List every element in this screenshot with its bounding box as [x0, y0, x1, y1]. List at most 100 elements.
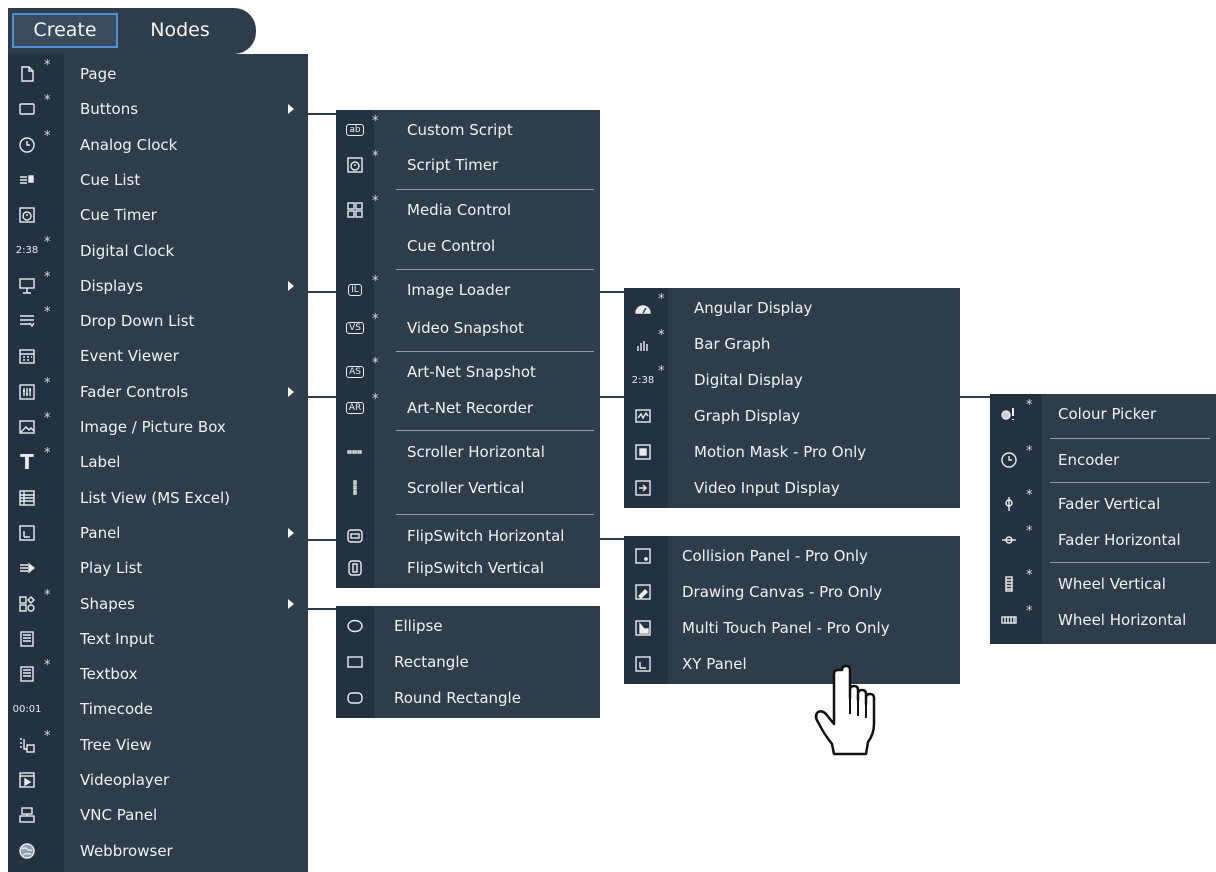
menu-item-ellipse[interactable]: Ellipse	[336, 608, 600, 644]
star-marker: *	[44, 375, 51, 391]
menu-item-fader-vertical[interactable]: * Fader Vertical	[990, 486, 1216, 522]
fader-icon	[14, 374, 40, 410]
menu-item-image-picture-box[interactable]: * Image / Picture Box	[8, 409, 308, 445]
hand-pointer-cursor	[814, 664, 876, 756]
menu-item-fader-controls[interactable]: * Fader Controls	[8, 374, 308, 410]
menu-item-label: Cue List	[80, 170, 141, 189]
menu-item-play-list[interactable]: Play List	[8, 550, 308, 586]
timecode-icon: 00:01	[12, 703, 42, 715]
menu-item-custom-script[interactable]: ab * Custom Script	[336, 112, 600, 148]
menu-item-event-viewer[interactable]: Event Viewer	[8, 338, 308, 374]
menu-item-wheel-vertical[interactable]: * Wheel Vertical	[990, 566, 1216, 602]
buttons-submenu: ab * Custom Script * Script Timer * Media Cont…	[336, 110, 600, 588]
menu-item-cue-control[interactable]: Cue Control	[336, 228, 600, 264]
menu-item-wheel-horizontal[interactable]: * Wheel Horizontal	[990, 602, 1216, 638]
menu-item-tree-view[interactable]: * Tree View	[8, 727, 308, 763]
menu-item-vnc-panel[interactable]: VNC Panel	[8, 797, 308, 833]
menu-item-shapes[interactable]: * Shapes	[8, 586, 308, 622]
menu-item-graph-display[interactable]: Graph Display	[624, 398, 960, 434]
shapes-icon	[14, 586, 40, 622]
connector-panel	[308, 539, 336, 541]
menu-item-multi-touch-panel-pro-only[interactable]: Multi Touch Panel - Pro Only	[624, 610, 960, 646]
xy-panel-icon	[630, 646, 656, 682]
menu-separator	[396, 430, 594, 431]
menu-item-rectangle[interactable]: Rectangle	[336, 644, 600, 680]
star-marker: *	[1026, 524, 1033, 539]
menu-item-art-net-recorder[interactable]: AR * Art-Net Recorder	[336, 390, 600, 426]
menu-item-collision-panel-pro-only[interactable]: Collision Panel - Pro Only	[624, 538, 960, 574]
menu-item-bar-graph[interactable]: * Bar Graph	[624, 326, 960, 362]
menu-item-flipswitch-horizontal[interactable]: FlipSwitch Horizontal	[336, 518, 600, 554]
menu-item-round-rectangle[interactable]: Round Rectangle	[336, 680, 600, 716]
star-marker: *	[44, 728, 51, 744]
menu-item-scroller-horizontal[interactable]: Scroller Horizontal	[336, 434, 600, 470]
menu-item-drawing-canvas-pro-only[interactable]: Drawing Canvas - Pro Only	[624, 574, 960, 610]
connector-buttons	[308, 113, 336, 115]
menu-item-colour-picker[interactable]: * Colour Picker	[990, 396, 1216, 432]
menu-item-cue-list[interactable]: Cue List	[8, 162, 308, 198]
nodes-menu-button[interactable]: Nodes	[128, 13, 232, 48]
star-marker: *	[372, 392, 379, 407]
menu-item-xy-panel[interactable]: XY Panel	[624, 646, 960, 682]
menu-item-webbrowser[interactable]: Webbrowser	[8, 833, 308, 869]
video-snapshot-icon: VS	[342, 310, 368, 346]
menu-item-cue-timer[interactable]: Cue Timer	[8, 197, 308, 233]
tree-view-icon	[14, 727, 40, 763]
menu-item-label: Encoder	[1058, 451, 1120, 469]
menu-item-buttons[interactable]: * Buttons	[8, 91, 308, 127]
menu-item-analog-clock[interactable]: * Analog Clock	[8, 127, 308, 163]
menu-item-image-loader[interactable]: IL * Image Loader	[336, 272, 600, 308]
menu-item-encoder[interactable]: * Encoder	[990, 442, 1216, 478]
menu-item-media-control[interactable]: * Media Control	[336, 192, 600, 228]
menu-item-fader-horizontal[interactable]: * Fader Horizontal	[990, 522, 1216, 558]
menu-item-page[interactable]: * Page	[8, 56, 308, 92]
menu-item-textbox[interactable]: * Textbox	[8, 656, 308, 692]
star-marker: *	[372, 149, 379, 164]
encoder-icon	[996, 442, 1022, 478]
star-marker: *	[658, 364, 665, 379]
menu-item-label: Ellipse	[394, 617, 443, 635]
menu-item-label: Digital Display	[694, 371, 803, 389]
star-marker: *	[372, 194, 379, 209]
menu-item-label: Cue Timer	[80, 206, 157, 225]
menu-item-list-view-ms-excel[interactable]: List View (MS Excel)	[8, 480, 308, 516]
menu-item-drop-down-list[interactable]: * Drop Down List	[8, 303, 308, 339]
menu-separator	[396, 351, 594, 352]
menu-item-scroller-vertical[interactable]: Scroller Vertical	[336, 470, 600, 506]
multi-touch-icon	[630, 610, 656, 646]
custom-script-icon: ab	[342, 112, 368, 148]
menu-item-video-snapshot[interactable]: VS * Video Snapshot	[336, 310, 600, 346]
menu-item-text-input[interactable]: Text Input	[8, 621, 308, 657]
menu-item-label: Digital Clock	[80, 241, 175, 260]
menu-item-flipswitch-vertical[interactable]: FlipSwitch Vertical	[336, 550, 600, 586]
menu-item-digital-display[interactable]: 2:38 * Digital Display	[624, 362, 960, 398]
menu-item-angular-display[interactable]: * Angular Display	[624, 290, 960, 326]
menu-item-art-net-snapshot[interactable]: AS * Art-Net Snapshot	[336, 354, 600, 390]
drop-down-icon	[14, 303, 40, 339]
menu-item-digital-clock[interactable]: 2:38 * Digital Clock	[8, 233, 308, 269]
submenu-arrow-icon	[288, 527, 294, 538]
connector-displays	[308, 291, 336, 293]
menu-item-displays[interactable]: * Displays	[8, 268, 308, 304]
menu-item-label: Round Rectangle	[394, 689, 521, 707]
connector-flipswitch	[600, 538, 624, 540]
menu-item-motion-mask-pro-only[interactable]: Motion Mask - Pro Only	[624, 434, 960, 470]
globe-icon	[14, 833, 40, 869]
menu-item-videoplayer[interactable]: Videoplayer	[8, 762, 308, 798]
menu-item-script-timer[interactable]: * Script Timer	[336, 147, 600, 183]
menu-separator	[396, 514, 594, 515]
star-marker: *	[1026, 568, 1033, 583]
connector-graph-display	[960, 396, 990, 398]
menu-item-video-input-display[interactable]: Video Input Display	[624, 470, 960, 506]
image-loader-icon: IL	[342, 272, 368, 308]
create-menu-button[interactable]: Create	[12, 13, 118, 48]
menu-item-timecode[interactable]: 00:01 Timecode	[8, 691, 308, 727]
star-marker: *	[44, 58, 51, 73]
menu-item-panel[interactable]: Panel	[8, 515, 308, 551]
menu-item-label: Image Loader	[407, 281, 511, 299]
menu-item-label[interactable]: T * Label	[8, 444, 308, 480]
menu-bar: Create Nodes	[8, 8, 256, 54]
digital-clock-icon: 2:38	[15, 245, 39, 256]
menu-item-label: Motion Mask - Pro Only	[694, 443, 867, 461]
menu-item-label: Angular Display	[694, 299, 813, 317]
